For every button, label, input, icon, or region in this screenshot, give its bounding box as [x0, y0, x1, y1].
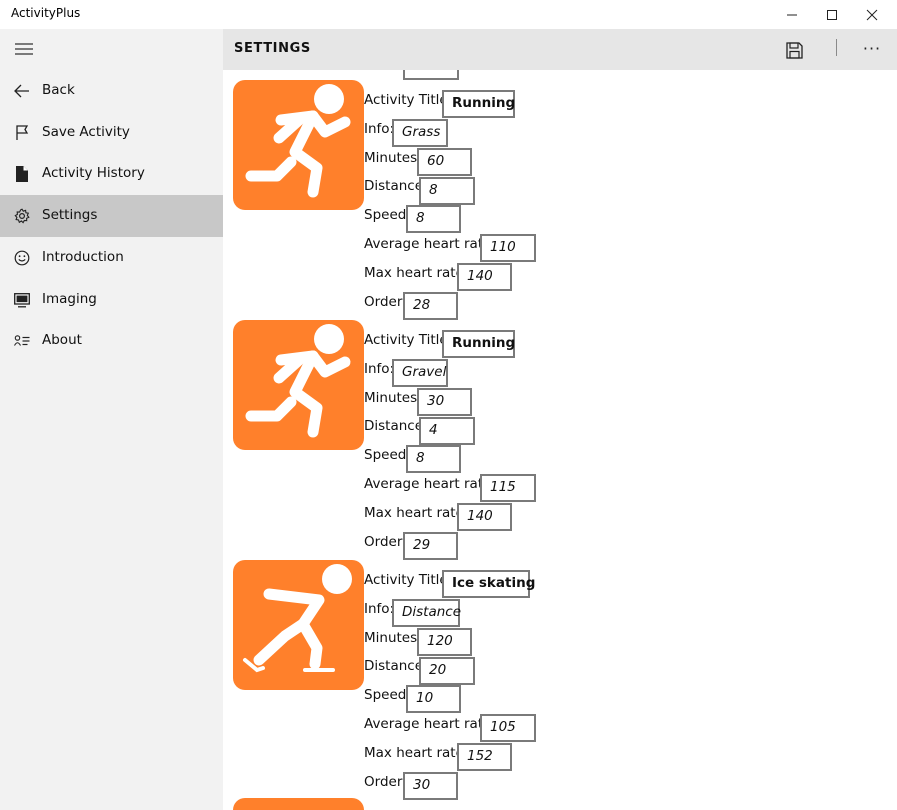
speed-field[interactable]: 10: [406, 685, 461, 713]
minutes-label: Minutes:: [364, 390, 422, 406]
maximize-icon: [827, 9, 837, 20]
app-title: ActivityPlus: [11, 6, 81, 20]
minutes-label: Minutes:: [364, 150, 422, 166]
navigation-pane: Back Save Activity Activity History Sett…: [0, 29, 223, 810]
info-field[interactable]: Gravel: [392, 359, 448, 387]
activity-title-label: Activity Title:: [364, 92, 453, 108]
nav-item-about[interactable]: About: [0, 320, 223, 362]
activity-card: Activity Title: Ice skating Info: Distan…: [223, 550, 897, 800]
speed-field[interactable]: 8: [406, 205, 461, 233]
ice-skating-icon: [233, 560, 364, 690]
distance-field[interactable]: 4: [419, 417, 475, 445]
nav-item-imaging[interactable]: Imaging: [0, 279, 223, 321]
flag-icon: [13, 124, 31, 142]
max-heart-rate-label: Max heart rate:: [364, 265, 469, 281]
settings-content[interactable]: Activity Title: Running Info: Grass Minu…: [223, 70, 897, 810]
nav-item-label: Imaging: [42, 291, 97, 307]
nav-item-introduction[interactable]: Introduction: [0, 237, 223, 279]
max-heart-rate-field[interactable]: 140: [457, 503, 512, 531]
max-heart-rate-field[interactable]: 152: [457, 743, 512, 771]
average-heart-rate-label: Average heart rate:: [364, 716, 496, 732]
distance-field[interactable]: 8: [419, 177, 475, 205]
minutes-field[interactable]: 120: [417, 628, 472, 656]
nav-item-label: About: [42, 332, 82, 348]
activity-image-partial: [233, 798, 364, 810]
minutes-field[interactable]: 30: [417, 388, 472, 416]
minimize-icon: [787, 14, 797, 15]
minutes-field[interactable]: 60: [417, 148, 472, 176]
nav-item-label: Activity History: [42, 165, 145, 181]
monitor-icon: [13, 291, 31, 309]
close-icon: [866, 9, 878, 20]
max-heart-rate-label: Max heart rate:: [364, 505, 469, 521]
nav-item-label: Settings: [42, 207, 98, 223]
nav-item-activity-history[interactable]: Activity History: [0, 153, 223, 195]
average-heart-rate-label: Average heart rate:: [364, 476, 496, 492]
order-label: Order:: [364, 534, 407, 550]
speed-label: Speed:: [364, 687, 411, 703]
more-options-button[interactable]: ···: [857, 37, 887, 63]
order-label: Order:: [364, 294, 407, 310]
document-icon: [13, 165, 31, 183]
order-label: Order:: [364, 774, 407, 790]
header-separator: [836, 39, 837, 56]
speed-label: Speed:: [364, 447, 411, 463]
nav-item-label: Back: [42, 82, 75, 98]
save-button[interactable]: [781, 37, 807, 63]
save-icon: [785, 41, 803, 59]
hamburger-icon: [15, 43, 33, 55]
activity-title-field[interactable]: Running: [442, 90, 515, 118]
nav-item-label: Introduction: [42, 249, 124, 265]
nav-item-save-activity[interactable]: Save Activity: [0, 112, 223, 154]
average-heart-rate-field[interactable]: 110: [480, 234, 536, 262]
nav-item-settings[interactable]: Settings: [0, 195, 223, 237]
info-label: Info:: [364, 361, 395, 377]
nav-item-back[interactable]: Back: [0, 70, 223, 112]
hamburger-menu-button[interactable]: [0, 29, 48, 69]
average-heart-rate-label: Average heart rate:: [364, 236, 496, 252]
running-icon: [233, 80, 364, 210]
max-heart-rate-label: Max heart rate:: [364, 745, 469, 761]
nav-item-label: Save Activity: [42, 124, 130, 140]
smiley-icon: [13, 249, 31, 267]
back-arrow-icon: [13, 82, 31, 100]
speed-label: Speed:: [364, 207, 411, 223]
activity-card: Activity Title: Running Info: Grass Minu…: [223, 70, 897, 320]
activity-card: Activity Title: Running Info: Gravel Min…: [223, 310, 897, 560]
average-heart-rate-field[interactable]: 105: [480, 714, 536, 742]
running-icon: [233, 320, 364, 450]
order-field[interactable]: 30: [403, 772, 458, 800]
minutes-label: Minutes:: [364, 630, 422, 646]
activity-title-label: Activity Title:: [364, 332, 453, 348]
title-bar: ActivityPlus: [0, 0, 897, 29]
close-button[interactable]: [849, 0, 895, 29]
info-field[interactable]: Grass: [392, 119, 448, 147]
contact-info-icon: [13, 332, 31, 350]
info-field[interactable]: Distance: [392, 599, 461, 627]
gear-icon: [13, 207, 31, 225]
page-header: SETTINGS ···: [223, 29, 897, 70]
info-label: Info:: [364, 601, 395, 617]
activity-title-field[interactable]: Ice skating: [442, 570, 535, 598]
average-heart-rate-field[interactable]: 115: [480, 474, 536, 502]
activity-title-label: Activity Title:: [364, 572, 453, 588]
info-label: Info:: [364, 121, 395, 137]
distance-field[interactable]: 20: [419, 657, 475, 685]
max-heart-rate-field[interactable]: 140: [457, 263, 512, 291]
speed-field[interactable]: 8: [406, 445, 461, 473]
page-title: SETTINGS: [234, 41, 311, 56]
activity-title-field[interactable]: Running: [442, 330, 515, 358]
